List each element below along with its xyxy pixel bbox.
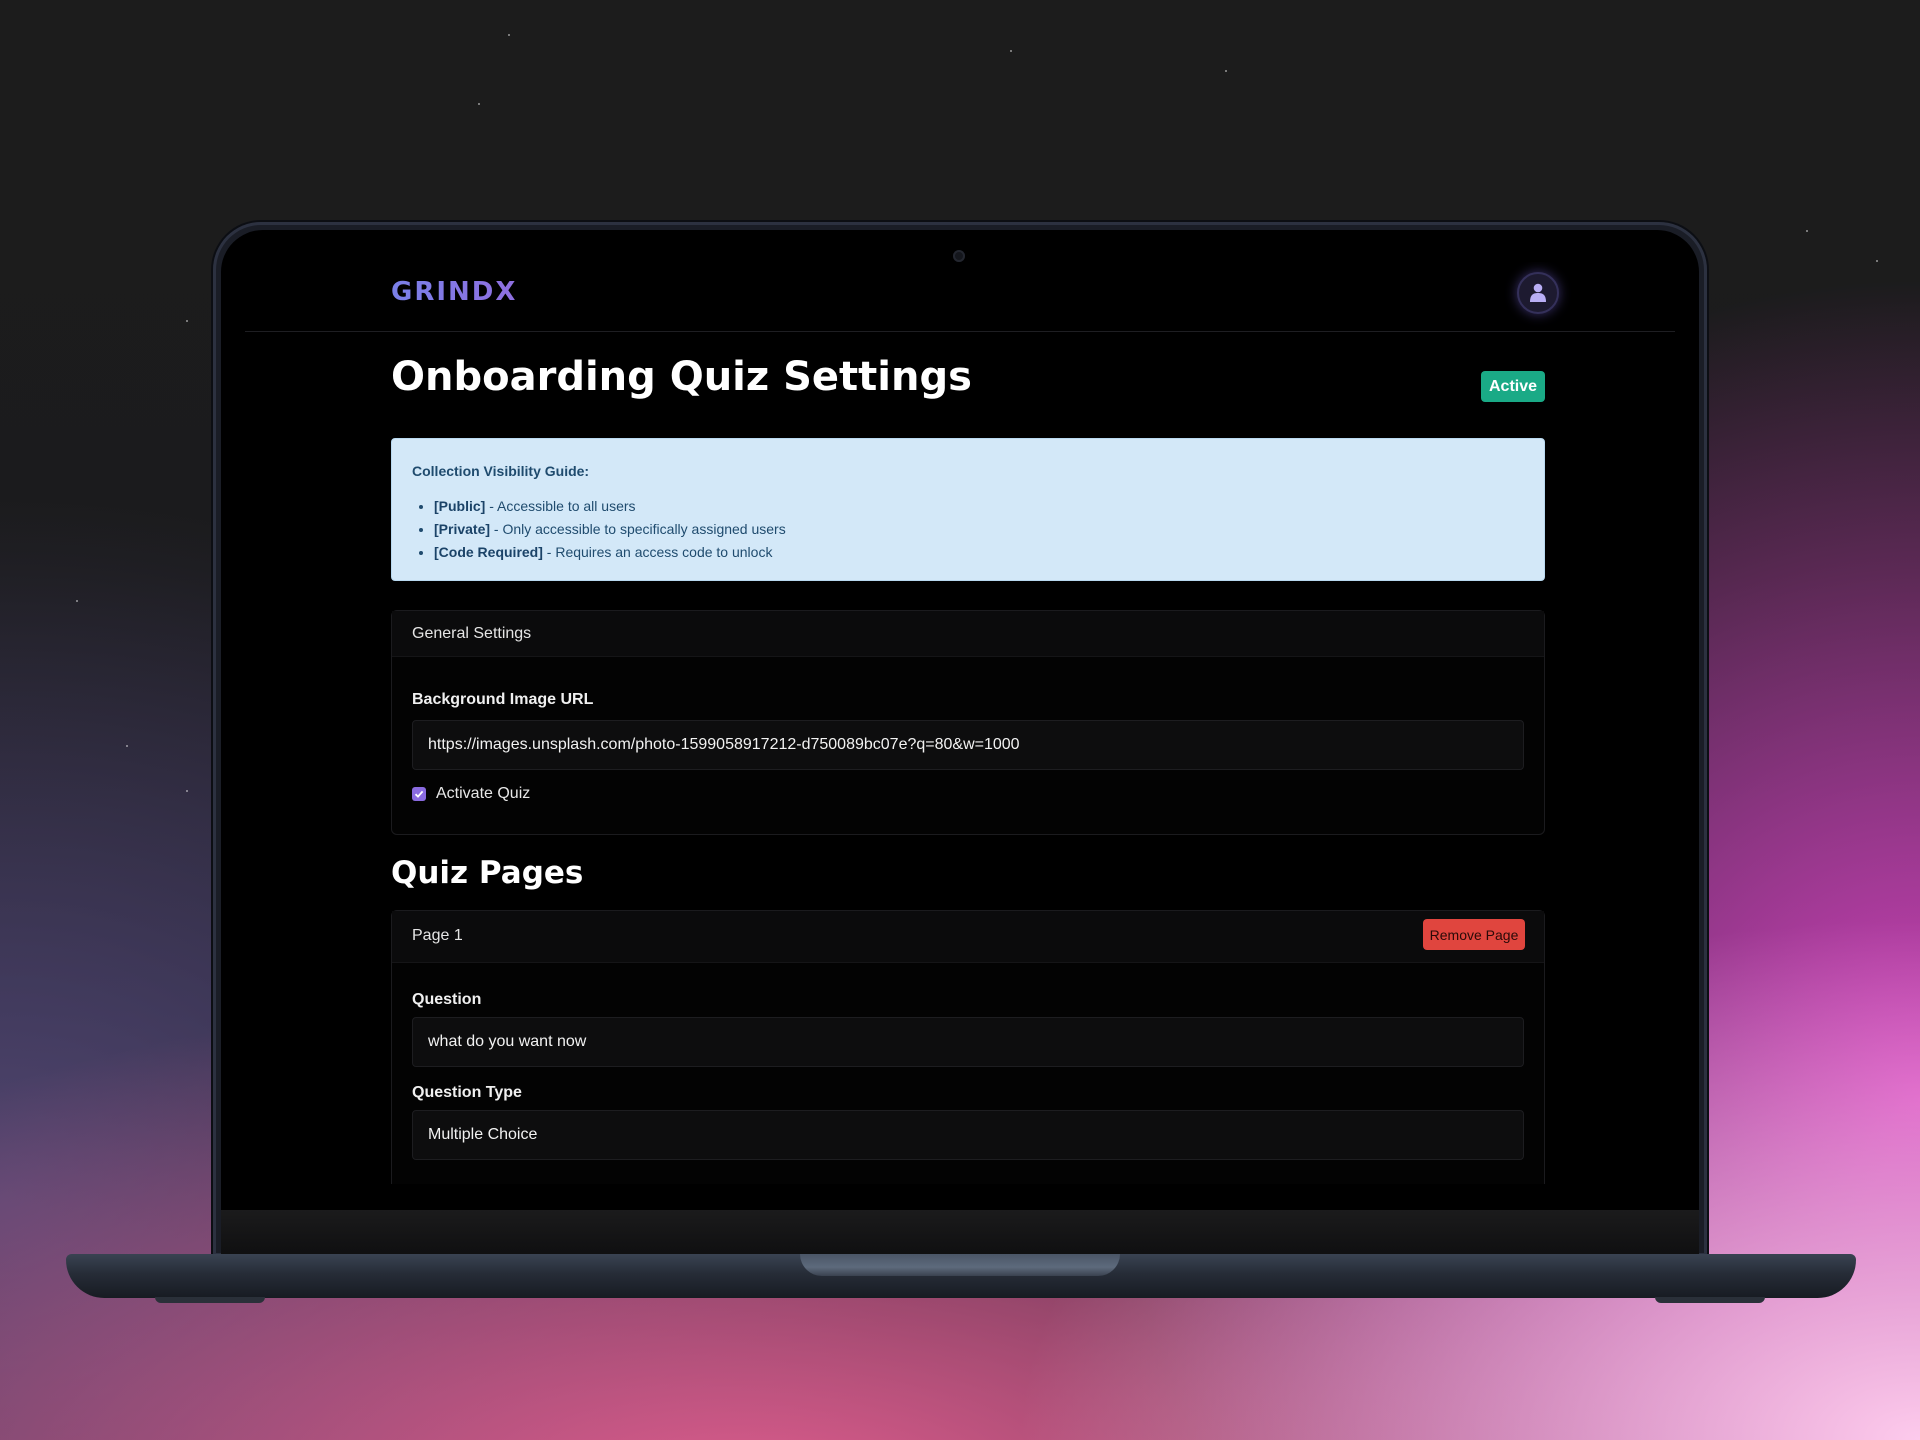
page-header-label: Page 1 (412, 927, 463, 944)
activate-quiz-label[interactable]: Activate Quiz (436, 785, 530, 803)
star (1225, 70, 1227, 72)
star (1876, 260, 1878, 262)
card-header: General Settings (392, 611, 1544, 657)
laptop-screen: GRINDX Onboarding Quiz Settings Active C… (245, 262, 1675, 1184)
user-avatar-button[interactable] (1517, 272, 1559, 314)
guide-item: [Private] - Only accessible to specifica… (434, 518, 786, 541)
star (508, 34, 510, 36)
question-label: Question (412, 991, 482, 1008)
laptop-foot (155, 1297, 265, 1303)
quiz-pages-title: Quiz Pages (391, 855, 584, 891)
star (478, 103, 480, 105)
guide-item-text: - Only accessible to specifically assign… (490, 521, 786, 537)
question-input[interactable]: what do you want now (412, 1017, 1524, 1067)
star (186, 320, 188, 322)
guide-item-tag: [Code Required] (434, 544, 543, 560)
laptop-chin (221, 1210, 1699, 1256)
remove-page-button[interactable]: Remove Page (1423, 919, 1525, 950)
star (186, 790, 188, 792)
status-badge: Active (1481, 371, 1545, 402)
general-settings-header: General Settings (412, 625, 532, 642)
question-type-label: Question Type (412, 1084, 522, 1101)
user-icon (1530, 283, 1546, 302)
guide-title: Collection Visibility Guide: (412, 463, 590, 479)
star (1806, 230, 1808, 232)
top-navbar: GRINDX (245, 262, 1675, 332)
activate-quiz-checkbox[interactable] (412, 787, 426, 801)
guide-item-text: - Requires an access code to unlock (542, 544, 773, 560)
visibility-guide-alert: Collection Visibility Guide: [Public] - … (391, 438, 1545, 581)
guide-item: [Code Required] - Requires an access cod… (434, 541, 786, 564)
guide-list: [Public] - Accessible to all users [Priv… (412, 495, 786, 564)
check-icon (414, 790, 424, 798)
background-image-url-input[interactable]: https://images.unsplash.com/photo-159905… (412, 720, 1524, 770)
star (1010, 50, 1012, 52)
background-image-label: Background Image URL (412, 691, 594, 708)
camera-icon (953, 250, 965, 262)
star (126, 745, 128, 747)
laptop-foot (1655, 1297, 1765, 1303)
brand-logo[interactable]: GRINDX (391, 277, 517, 307)
page-title: Onboarding Quiz Settings (391, 354, 972, 400)
general-settings-card: General Settings Background Image URL ht… (391, 610, 1545, 835)
laptop-notch (800, 1254, 1120, 1276)
star (76, 600, 78, 602)
guide-item: [Public] - Accessible to all users (434, 495, 786, 518)
guide-item-text: - Accessible to all users (485, 498, 636, 514)
card-header: Page 1 Remove Page (392, 911, 1544, 963)
guide-item-tag: [Public] (434, 498, 486, 514)
question-type-select[interactable]: Multiple Choice (412, 1110, 1524, 1160)
guide-item-tag: [Private] (434, 521, 491, 537)
quiz-page-card: Page 1 Remove Page Question what do you … (391, 910, 1545, 1184)
